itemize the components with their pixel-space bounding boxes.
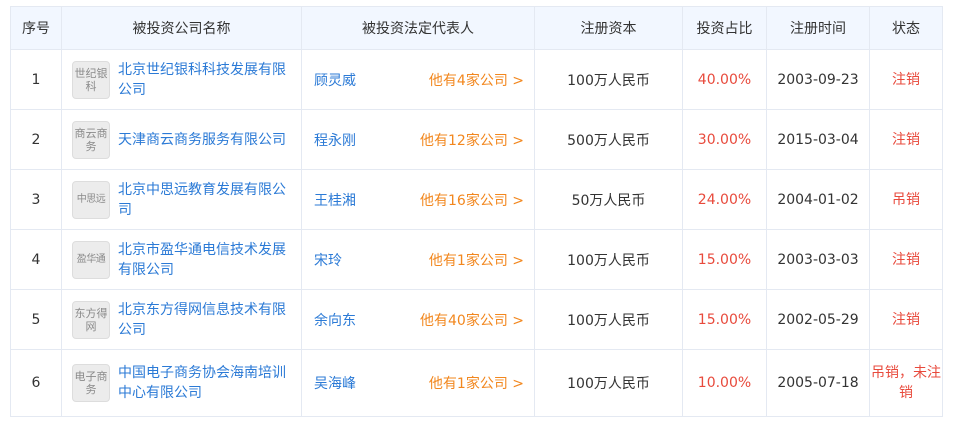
rep-more-companies-link[interactable]: 他有1家公司 > bbox=[429, 250, 524, 270]
ratio-cell: 15.00% bbox=[682, 229, 767, 290]
company-cell: 盈华通 北京市盈华通电信技术发展有限公司 bbox=[61, 229, 302, 290]
investment-table-container: 序号 被投资公司名称 被投资法定代表人 注册资本 投资占比 注册时间 状态 1 … bbox=[10, 6, 943, 417]
date-cell: 2015-03-04 bbox=[766, 109, 870, 170]
header-capital: 注册资本 bbox=[534, 6, 683, 50]
ratio-cell: 30.00% bbox=[682, 109, 767, 170]
company-logo: 世纪银科 bbox=[72, 60, 110, 99]
company-cell: 世纪银科 北京世纪银科科技发展有限公司 bbox=[61, 49, 302, 110]
status-cell: 注销 bbox=[869, 109, 943, 170]
capital-cell: 100万人民币 bbox=[534, 49, 683, 110]
ratio-cell: 40.00% bbox=[682, 49, 767, 110]
status-cell: 注销 bbox=[869, 49, 943, 110]
legal-rep-link[interactable]: 余向东 bbox=[314, 310, 356, 330]
status-cell: 吊销 bbox=[869, 169, 943, 230]
legal-rep-cell: 程永刚 他有12家公司 > bbox=[301, 109, 535, 170]
capital-cell: 100万人民币 bbox=[534, 229, 683, 290]
company-name-link[interactable]: 北京世纪银科科技发展有限公司 bbox=[118, 60, 293, 100]
company-logo: 电子商务 bbox=[72, 364, 110, 402]
table-row: 4 盈华通 北京市盈华通电信技术发展有限公司 宋玲 他有1家公司 > 100万人… bbox=[10, 229, 943, 290]
date-cell: 2003-09-23 bbox=[766, 49, 870, 110]
capital-cell: 100万人民币 bbox=[534, 289, 683, 350]
company-cell: 电子商务 中国电子商务协会海南培训中心有限公司 bbox=[61, 349, 302, 417]
status-cell: 注销 bbox=[869, 289, 943, 350]
company-logo: 商云商务 bbox=[72, 120, 110, 159]
row-index: 3 bbox=[10, 169, 62, 230]
header-index: 序号 bbox=[10, 6, 62, 50]
rep-more-companies-link[interactable]: 他有12家公司 > bbox=[420, 130, 524, 150]
table-row: 2 商云商务 天津商云商务服务有限公司 程永刚 他有12家公司 > 500万人民… bbox=[10, 109, 943, 170]
company-name-link[interactable]: 天津商云商务服务有限公司 bbox=[118, 130, 286, 150]
rep-more-companies-link[interactable]: 他有16家公司 > bbox=[420, 190, 524, 210]
legal-rep-link[interactable]: 顾灵威 bbox=[314, 70, 356, 90]
row-index: 2 bbox=[10, 109, 62, 170]
ratio-cell: 24.00% bbox=[682, 169, 767, 230]
row-index: 6 bbox=[10, 349, 62, 417]
status-cell: 注销 bbox=[869, 229, 943, 290]
row-index: 1 bbox=[10, 49, 62, 110]
company-logo: 盈华通 bbox=[72, 240, 110, 279]
company-logo: 中思远 bbox=[72, 180, 110, 219]
legal-rep-cell: 余向东 他有40家公司 > bbox=[301, 289, 535, 350]
legal-rep-link[interactable]: 程永刚 bbox=[314, 130, 356, 150]
header-ratio: 投资占比 bbox=[682, 6, 767, 50]
header-legal-rep: 被投资法定代表人 bbox=[301, 6, 535, 50]
legal-rep-cell: 吴海峰 他有1家公司 > bbox=[301, 349, 535, 417]
company-cell: 商云商务 天津商云商务服务有限公司 bbox=[61, 109, 302, 170]
table-row: 3 中思远 北京中思远教育发展有限公司 王桂湘 他有16家公司 > 50万人民币… bbox=[10, 169, 943, 230]
header-status: 状态 bbox=[869, 6, 943, 50]
row-index: 4 bbox=[10, 229, 62, 290]
investment-table: 序号 被投资公司名称 被投资法定代表人 注册资本 投资占比 注册时间 状态 1 … bbox=[10, 6, 943, 417]
date-cell: 2005-07-18 bbox=[766, 349, 870, 417]
date-cell: 2002-05-29 bbox=[766, 289, 870, 350]
legal-rep-link[interactable]: 王桂湘 bbox=[314, 190, 356, 210]
table-row: 5 东方得网 北京东方得网信息技术有限公司 余向东 他有40家公司 > 100万… bbox=[10, 289, 943, 350]
row-index: 5 bbox=[10, 289, 62, 350]
legal-rep-link[interactable]: 吴海峰 bbox=[314, 373, 356, 393]
capital-cell: 50万人民币 bbox=[534, 169, 683, 230]
capital-cell: 100万人民币 bbox=[534, 349, 683, 417]
ratio-cell: 10.00% bbox=[682, 349, 767, 417]
company-logo: 东方得网 bbox=[72, 300, 110, 339]
status-cell: 吊销，未注销 bbox=[869, 349, 943, 417]
company-cell: 中思远 北京中思远教育发展有限公司 bbox=[61, 169, 302, 230]
header-company: 被投资公司名称 bbox=[61, 6, 302, 50]
table-row: 6 电子商务 中国电子商务协会海南培训中心有限公司 吴海峰 他有1家公司 > 1… bbox=[10, 349, 943, 417]
company-name-link[interactable]: 北京东方得网信息技术有限公司 bbox=[118, 300, 293, 340]
legal-rep-cell: 宋玲 他有1家公司 > bbox=[301, 229, 535, 290]
header-date: 注册时间 bbox=[766, 6, 870, 50]
rep-more-companies-link[interactable]: 他有40家公司 > bbox=[420, 310, 524, 330]
company-name-link[interactable]: 中国电子商务协会海南培训中心有限公司 bbox=[118, 363, 293, 403]
table-header-row: 序号 被投资公司名称 被投资法定代表人 注册资本 投资占比 注册时间 状态 bbox=[10, 6, 943, 50]
legal-rep-cell: 王桂湘 他有16家公司 > bbox=[301, 169, 535, 230]
rep-more-companies-link[interactable]: 他有1家公司 > bbox=[429, 373, 524, 393]
date-cell: 2004-01-02 bbox=[766, 169, 870, 230]
legal-rep-cell: 顾灵威 他有4家公司 > bbox=[301, 49, 535, 110]
company-cell: 东方得网 北京东方得网信息技术有限公司 bbox=[61, 289, 302, 350]
rep-more-companies-link[interactable]: 他有4家公司 > bbox=[429, 70, 524, 90]
date-cell: 2003-03-03 bbox=[766, 229, 870, 290]
capital-cell: 500万人民币 bbox=[534, 109, 683, 170]
table-row: 1 世纪银科 北京世纪银科科技发展有限公司 顾灵威 他有4家公司 > 100万人… bbox=[10, 49, 943, 110]
company-name-link[interactable]: 北京市盈华通电信技术发展有限公司 bbox=[118, 240, 293, 280]
legal-rep-link[interactable]: 宋玲 bbox=[314, 250, 342, 270]
ratio-cell: 15.00% bbox=[682, 289, 767, 350]
company-name-link[interactable]: 北京中思远教育发展有限公司 bbox=[118, 180, 293, 220]
